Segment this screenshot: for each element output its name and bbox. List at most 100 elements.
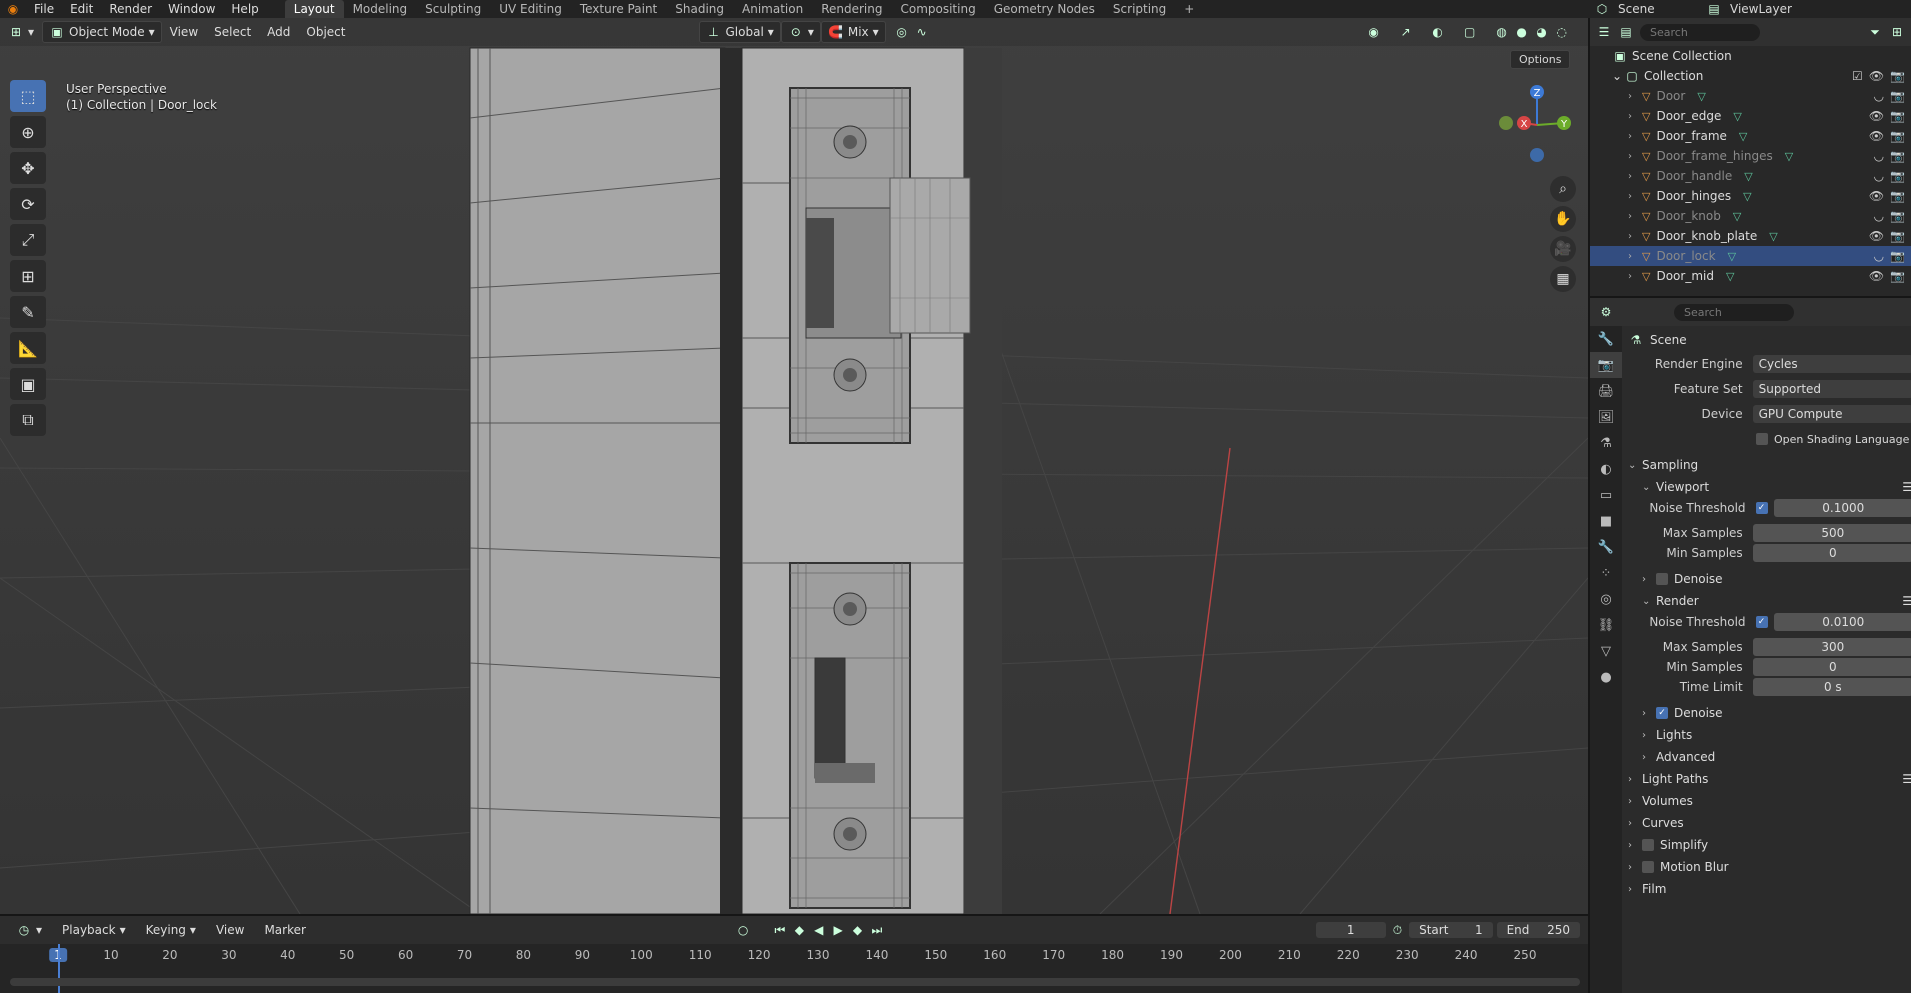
outliner-item[interactable]: › ▽ Door_frame_hinges ▽ ◡ 📷 xyxy=(1590,146,1911,166)
vp-max-samples-field[interactable]: 500 xyxy=(1752,524,1911,542)
camera-icon[interactable]: 📷 xyxy=(1890,269,1905,283)
outliner-item[interactable]: › ▽ Door_edge ▽ 👁 📷 xyxy=(1590,106,1911,126)
eye-closed-icon[interactable]: ◡ xyxy=(1874,89,1884,103)
object-mode-dropdown[interactable]: ▣ Object Mode ▾ xyxy=(42,21,162,43)
camera-icon[interactable]: 📷 xyxy=(1890,89,1905,103)
navigation-gizmo[interactable]: Z Y X xyxy=(1492,80,1582,170)
camera-icon[interactable]: 📷 xyxy=(1890,69,1905,83)
render-engine-dropdown[interactable]: Cycles xyxy=(1752,355,1911,373)
checkbox-icon[interactable]: ☑ xyxy=(1852,69,1863,83)
annotate-tool[interactable]: ✎ xyxy=(10,296,46,328)
r-time-limit-field[interactable]: 0 s xyxy=(1752,678,1911,696)
r-denoise-checkbox[interactable]: ✓ xyxy=(1656,707,1668,719)
sampling-panel-header[interactable]: ⌄ Sampling xyxy=(1628,454,1911,476)
orientation-dropdown[interactable]: ⊥ Global ▾ xyxy=(698,21,781,43)
eye-closed-icon[interactable]: ◡ xyxy=(1874,169,1884,183)
tab-rendering[interactable]: Rendering xyxy=(812,0,891,18)
zoom-button[interactable]: ⌕ xyxy=(1550,176,1576,202)
prev-keyframe-icon[interactable]: ◆ xyxy=(792,922,807,938)
current-frame-field[interactable]: 1 xyxy=(1315,922,1386,938)
viewport-subpanel-header[interactable]: ⌄ Viewport ☰ xyxy=(1628,476,1911,498)
expand-icon[interactable]: › xyxy=(1628,91,1642,102)
advanced-subpanel-header[interactable]: › Advanced xyxy=(1628,746,1911,768)
expand-icon[interactable]: › xyxy=(1628,111,1642,122)
menu-marker[interactable]: Marker xyxy=(256,921,313,939)
cursor-tool[interactable]: ⊕ xyxy=(10,116,46,148)
tab-scripting[interactable]: Scripting xyxy=(1104,0,1175,18)
properties-editor-icon[interactable]: ⚙ xyxy=(1598,304,1614,320)
menu-select[interactable]: Select xyxy=(206,23,259,41)
next-keyframe-icon[interactable]: ◆ xyxy=(850,922,865,938)
menu-edit[interactable]: Edit xyxy=(62,0,101,18)
tab-layout[interactable]: Layout xyxy=(284,0,344,18)
render-subpanel-header[interactable]: ⌄ Render ☰ xyxy=(1628,590,1911,612)
start-frame-field[interactable]: Start 1 xyxy=(1409,922,1493,938)
new-collection-icon[interactable]: ⊞ xyxy=(1889,24,1905,40)
outliner-editor-icon[interactable]: ☰ xyxy=(1596,24,1612,40)
blender-logo-icon[interactable]: ◉ xyxy=(0,0,26,18)
overlay-toggle[interactable]: ◐ xyxy=(1422,22,1454,42)
simplify-panel-header[interactable]: › Simplify xyxy=(1628,834,1911,856)
eye-icon[interactable]: 👁 xyxy=(1869,229,1884,243)
play-reverse-icon[interactable]: ◀ xyxy=(811,922,826,938)
tab-compositing[interactable]: Compositing xyxy=(891,0,984,18)
vp-noise-threshold-checkbox[interactable]: ✓ xyxy=(1755,502,1768,514)
select-box-tool[interactable]: ⬚ xyxy=(10,80,46,112)
eye-icon[interactable]: 👁 xyxy=(1869,189,1884,203)
properties-search-input[interactable]: Search xyxy=(1674,303,1794,321)
collection-expand-icon[interactable]: ⌄ xyxy=(1612,69,1624,83)
vp-denoise-checkbox[interactable] xyxy=(1656,573,1668,585)
menu-keying[interactable]: Keying ▾ xyxy=(138,921,204,939)
eye-icon[interactable]: 👁 xyxy=(1869,69,1884,83)
outliner-item[interactable]: › ▽ Door_handle ▽ ◡ 📷 xyxy=(1590,166,1911,186)
pan-button[interactable]: ✋ xyxy=(1550,206,1576,232)
tab-modeling[interactable]: Modeling xyxy=(344,0,417,18)
list-icon[interactable]: ☰ xyxy=(1902,772,1911,786)
camera-icon[interactable]: 📷 xyxy=(1890,149,1905,163)
vp-noise-threshold-field[interactable]: 0.1000 xyxy=(1773,499,1911,517)
camera-icon[interactable]: 📷 xyxy=(1890,249,1905,263)
add-cube-tool[interactable]: ▣ xyxy=(10,368,46,400)
volumes-panel-header[interactable]: › Volumes xyxy=(1628,790,1911,812)
tab-shading[interactable]: Shading xyxy=(666,0,733,18)
scene-tab[interactable]: ⚗ xyxy=(1590,430,1622,456)
r-noise-threshold-checkbox[interactable]: ✓ xyxy=(1755,616,1768,628)
proportional-edit-button[interactable]: ◎ ∿ xyxy=(886,22,938,42)
collection-tab[interactable]: ▭ xyxy=(1590,482,1622,508)
camera-icon[interactable]: 📷 xyxy=(1890,229,1905,243)
modifier-tab[interactable]: 🔧 xyxy=(1590,534,1622,560)
ortho-toggle-button[interactable]: ▦ xyxy=(1550,266,1576,292)
object-tab[interactable]: ■ xyxy=(1590,508,1622,534)
vp-denoise-header[interactable]: › Denoise xyxy=(1628,568,1911,590)
play-icon[interactable]: ▶ xyxy=(830,922,845,938)
menu-file[interactable]: File xyxy=(26,0,62,18)
feature-set-dropdown[interactable]: Supported xyxy=(1752,380,1911,398)
scene-selector[interactable]: Scene xyxy=(1618,2,1698,16)
menu-view[interactable]: View xyxy=(162,23,206,41)
timeline-editor-type-button[interactable]: ◷ ▾ xyxy=(8,920,50,940)
menu-playback[interactable]: Playback ▾ xyxy=(54,921,134,939)
constraints-tab[interactable]: ⛓ xyxy=(1590,612,1622,638)
frame-ruler[interactable]: 1102030405060708090100110120130140150160… xyxy=(0,944,1588,968)
tab-texture-paint[interactable]: Texture Paint xyxy=(571,0,666,18)
outliner-item[interactable]: › ▽ Door_knob_plate ▽ 👁 📷 xyxy=(1590,226,1911,246)
display-mode-icon[interactable]: ▤ xyxy=(1618,24,1634,40)
end-frame-field[interactable]: End 250 xyxy=(1496,922,1581,938)
camera-icon[interactable]: 📷 xyxy=(1890,129,1905,143)
menu-object[interactable]: Object xyxy=(298,23,353,41)
snap-dropdown[interactable]: 🧲 Mix ▾ xyxy=(820,21,886,43)
jump-end-icon[interactable]: ⏭ xyxy=(869,922,884,938)
world-tab[interactable]: ◐ xyxy=(1590,456,1622,482)
eye-icon[interactable]: 👁 xyxy=(1869,109,1884,123)
outliner-item[interactable]: › ▽ Door_mid ▽ 👁 📷 xyxy=(1590,266,1911,286)
xray-toggle[interactable]: ▢ xyxy=(1454,22,1486,42)
lights-subpanel-header[interactable]: › Lights xyxy=(1628,724,1911,746)
osl-checkbox[interactable] xyxy=(1756,433,1768,445)
camera-icon[interactable]: 📷 xyxy=(1890,169,1905,183)
camera-icon[interactable]: 📷 xyxy=(1890,189,1905,203)
device-dropdown[interactable]: GPU Compute xyxy=(1752,405,1911,423)
vp-min-samples-field[interactable]: 0 xyxy=(1752,544,1911,562)
list-icon[interactable]: ☰ xyxy=(1902,594,1911,608)
tab-uv-editing[interactable]: UV Editing xyxy=(490,0,571,18)
tab-animation[interactable]: Animation xyxy=(733,0,812,18)
